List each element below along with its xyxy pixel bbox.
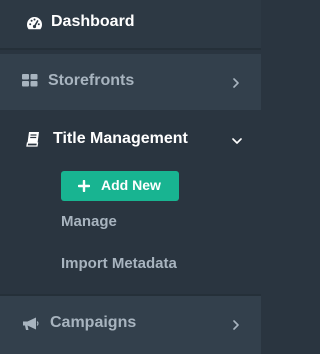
megaphone-icon <box>23 317 39 330</box>
add-new-button[interactable]: Add New <box>61 171 179 201</box>
plus-icon <box>78 180 90 192</box>
chevron-down-icon <box>232 138 242 144</box>
sidebar-item-label: Title Management <box>53 130 188 147</box>
submenu-link-import-metadata[interactable]: Import Metadata <box>61 255 177 272</box>
chevron-right-icon <box>233 320 239 330</box>
add-new-label: Add New <box>101 177 161 193</box>
dashboard-gauge-icon <box>26 17 43 30</box>
divider <box>0 48 261 50</box>
sidebar-item-storefronts[interactable]: Storefronts <box>0 54 261 110</box>
sidebar: Dashboard Storefronts Title Management A… <box>0 0 261 354</box>
sidebar-item-label: Campaigns <box>50 314 137 331</box>
sidebar-item-dashboard[interactable]: Dashboard <box>0 0 261 48</box>
grid-icon <box>22 74 38 87</box>
sidebar-item-campaigns[interactable]: Campaigns <box>0 296 261 354</box>
chevron-right-icon <box>233 78 239 88</box>
book-icon <box>26 132 39 147</box>
sidebar-item-label: Dashboard <box>51 13 135 30</box>
submenu-link-manage[interactable]: Manage <box>61 213 117 230</box>
title-management-submenu: Add New Manage Import Metadata <box>0 160 261 292</box>
sidebar-item-label: Storefronts <box>48 72 135 89</box>
